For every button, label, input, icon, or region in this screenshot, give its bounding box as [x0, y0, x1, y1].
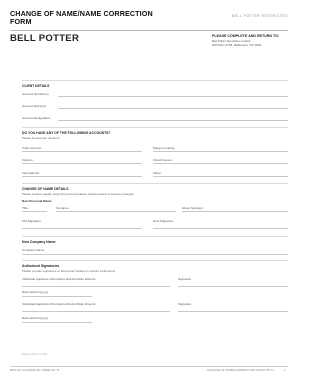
- form-title: CHANGE OF NAME/NAME CORRECTION FORM: [10, 9, 153, 26]
- section-divider: [22, 80, 288, 81]
- account-names-label: Account Name(s): [22, 104, 46, 108]
- account-designation-label: Account Designation: [22, 116, 51, 120]
- applicant1-signature-label: Signature: [178, 277, 192, 281]
- applicant1-signature-field[interactable]: [178, 286, 288, 287]
- international-field[interactable]: [22, 176, 142, 177]
- other-field[interactable]: [153, 176, 288, 177]
- company-heading: New Company Name: [22, 240, 56, 244]
- account-names-field[interactable]: [58, 108, 288, 109]
- applicant2-date-field[interactable]: [22, 322, 92, 323]
- return-address: PLEASE COMPLETE AND RETURN TO: Bell Pott…: [212, 34, 280, 47]
- accounts-subheading: Please list account numbers: [22, 136, 60, 140]
- bell-potter-logo: BELL POTTER: [10, 33, 80, 44]
- restricted-label: BELL POTTER RESTRICTED: [232, 14, 288, 18]
- page-number: 1: [284, 369, 286, 372]
- applicant2-signature-field[interactable]: [178, 311, 288, 312]
- surname-label: Surname: [56, 206, 69, 210]
- applicant1-date-field[interactable]: [22, 296, 92, 297]
- old-signature-field[interactable]: [22, 228, 142, 229]
- applicant1-date-label: Date (dd/mm/yyyy): [22, 290, 48, 294]
- new-signature-label: New Signature: [153, 219, 174, 223]
- company-name-field[interactable]: [22, 254, 288, 255]
- faint-note: Please list in order: [22, 352, 48, 356]
- company-name-label: Company Name: [22, 248, 45, 252]
- applicant1-field[interactable]: [22, 286, 170, 287]
- margin-lending-label: Margin Lending: [153, 146, 175, 150]
- fixed-interest-label: Fixed Interest: [153, 158, 172, 162]
- account-numbers-label: Account Number(s): [22, 92, 49, 96]
- authorised-subheading: Please provide signatures of all account…: [22, 269, 116, 273]
- cash-account-field[interactable]: [22, 151, 142, 152]
- form-page: CHANGE OF NAME/NAME CORRECTION FORM BELL…: [0, 0, 298, 386]
- account-numbers-field[interactable]: [58, 96, 288, 97]
- other-label: Other: [153, 171, 161, 175]
- account-designation-field[interactable]: [58, 120, 288, 121]
- section-divider: [22, 260, 288, 261]
- given-names-label: Given Name(s): [182, 206, 203, 210]
- new-signature-field[interactable]: [153, 228, 288, 229]
- title-field[interactable]: [22, 211, 47, 212]
- applicant1-label: Individual Applicant 1/Company Director/…: [22, 277, 96, 281]
- section-divider: [22, 183, 288, 184]
- applicant2-label: Individual Applicant 2/Company Director/…: [22, 302, 96, 306]
- new-personal-name-label: New Personal Name: [22, 199, 52, 203]
- footer-form-name: CHANGE OF NAME/CORRECTION FORM PP T1: [207, 369, 275, 372]
- authorised-heading: Authorised Signatories: [22, 264, 60, 268]
- fixed-interest-field[interactable]: [153, 163, 288, 164]
- applicant2-signature-label: Signature: [178, 302, 192, 306]
- section-divider: [22, 127, 288, 128]
- old-signature-label: Old Signature: [22, 219, 41, 223]
- client-details-heading: CLIENT DETAILS: [22, 84, 50, 88]
- name-details-subheading: Please enclose legally supporting docume…: [22, 192, 134, 196]
- footer-rule: [10, 366, 288, 367]
- name-details-heading: CHANGE OF NAME DETAILS: [22, 187, 69, 191]
- title-label: Title: [22, 206, 28, 210]
- cash-account-label: Cash Account: [22, 146, 42, 150]
- header-rule: [10, 30, 288, 31]
- section-divider: [22, 236, 288, 237]
- margin-lending-field[interactable]: [153, 151, 288, 152]
- given-names-field[interactable]: [182, 211, 288, 212]
- surname-field[interactable]: [56, 211, 176, 212]
- applicant2-field[interactable]: [22, 311, 170, 312]
- international-label: International: [22, 171, 40, 175]
- footer-code: BPS-NC-CHANGE-OF-NAME-PP-T1: [10, 369, 60, 372]
- options-field[interactable]: [22, 163, 142, 164]
- applicant2-date-label: Date (dd/mm/yyyy): [22, 316, 48, 320]
- options-label: Options: [22, 158, 33, 162]
- accounts-heading: DO YOU HAVE ANY OF THE FOLLOWING ACCOUNT…: [22, 131, 111, 135]
